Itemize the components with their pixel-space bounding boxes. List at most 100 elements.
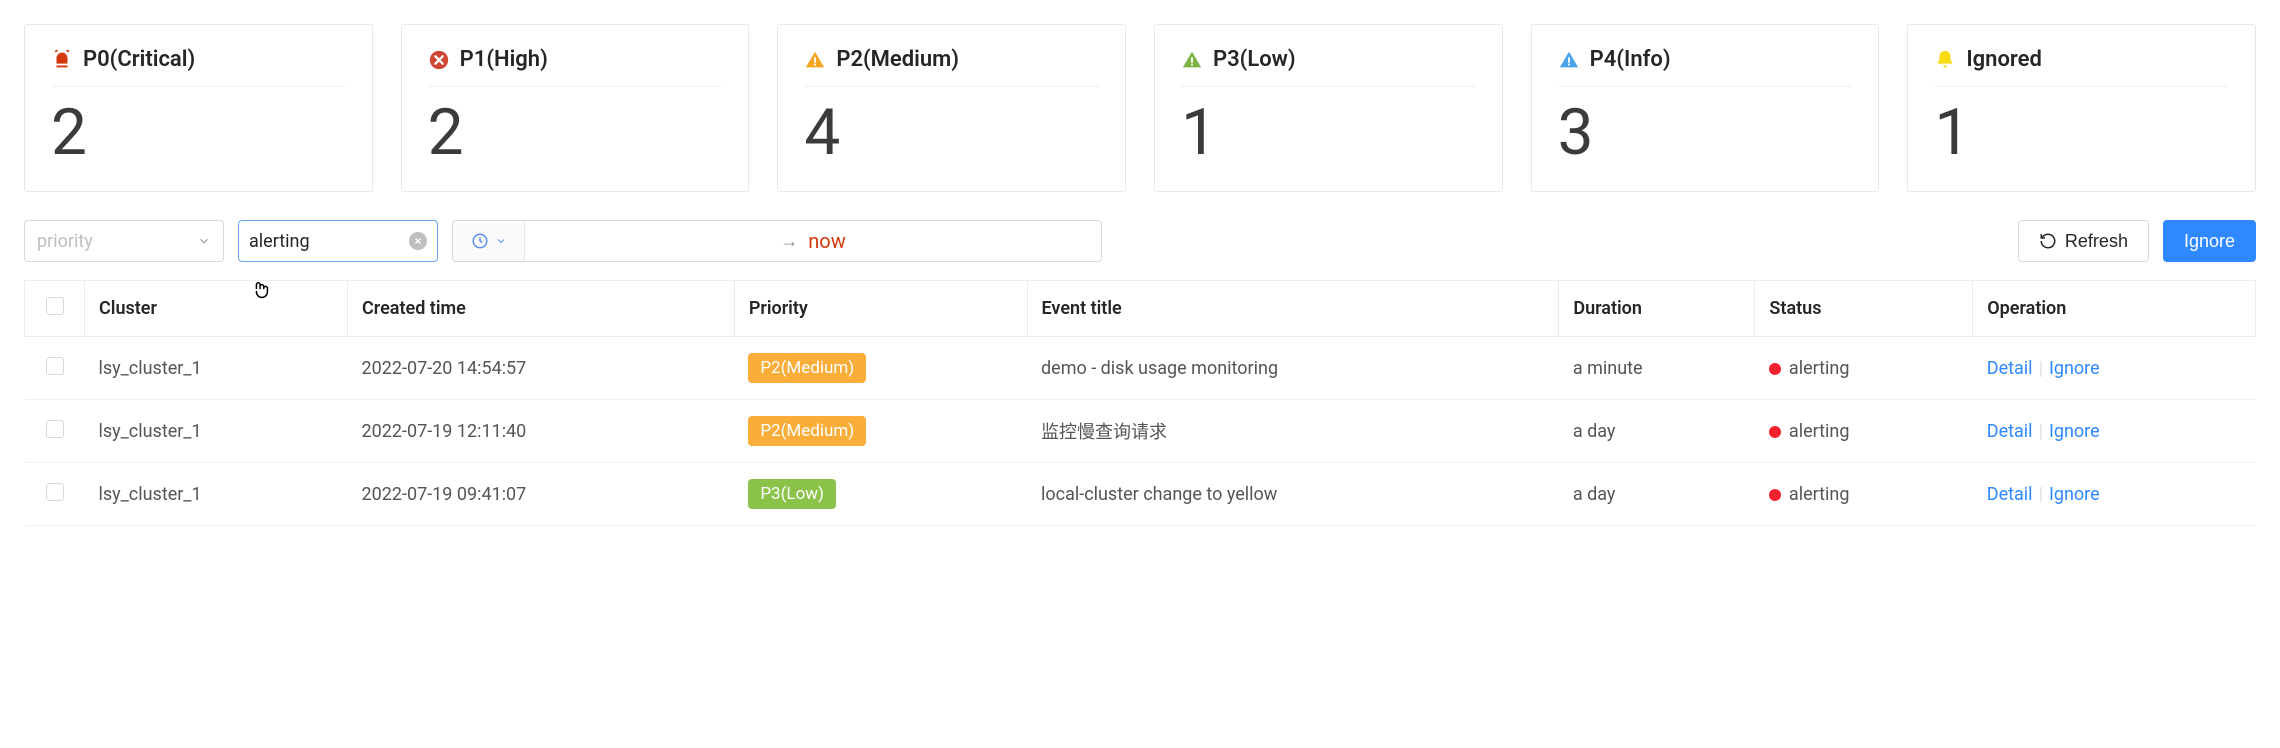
card-value: 3 (1558, 93, 1853, 165)
card-label: Ignored (1966, 47, 2042, 72)
card-title: P0(Critical) (51, 47, 346, 87)
cell-title: local-cluster change to yellow (1027, 463, 1559, 526)
card-value: 1 (1934, 93, 2229, 165)
status-dot-icon (1769, 489, 1781, 501)
priority-select[interactable]: priority (24, 220, 224, 262)
cell-created: 2022-07-19 12:11:40 (348, 400, 735, 463)
time-range-picker[interactable]: → now (452, 220, 1102, 262)
card-value: 2 (428, 93, 723, 165)
arrow-right-icon: → (780, 231, 798, 252)
status-filter-value: alerting (249, 231, 310, 252)
separator: | (2033, 358, 2049, 379)
priority-placeholder: priority (37, 231, 93, 252)
status-dot-icon (1769, 426, 1781, 438)
ignore-label: Ignore (2184, 231, 2235, 252)
col-checkbox (25, 281, 85, 337)
row-checkbox[interactable] (46, 357, 64, 375)
chevron-down-icon (197, 234, 211, 248)
priority-badge: P2(Medium) (748, 353, 866, 383)
summary-card[interactable]: P4(Info) 3 (1531, 24, 1880, 192)
card-label: P4(Info) (1590, 47, 1671, 72)
card-value: 1 (1181, 93, 1476, 165)
card-title: P2(Medium) (804, 47, 1099, 87)
clock-icon (471, 232, 489, 250)
summary-card[interactable]: P0(Critical) 2 (24, 24, 373, 192)
card-title: P3(Low) (1181, 47, 1476, 87)
cell-created: 2022-07-19 09:41:07 (348, 463, 735, 526)
card-label: P2(Medium) (836, 47, 959, 72)
time-range-quick[interactable] (453, 221, 525, 261)
cell-priority: P3(Low) (734, 463, 1027, 526)
status-filter-input[interactable]: alerting (238, 220, 438, 262)
detail-link[interactable]: Detail (1987, 421, 2033, 442)
refresh-label: Refresh (2065, 231, 2128, 252)
clear-icon[interactable] (409, 232, 427, 250)
summary-cards: P0(Critical) 2 P1(High) 2 P2(Medium) 4 P3(Low)… (24, 24, 2256, 192)
cell-status: alerting (1755, 463, 1973, 526)
toolbar: priority alerting → now Refresh (24, 220, 2256, 262)
cell-cluster: lsy_cluster_1 (85, 463, 348, 526)
warn-icon (804, 49, 826, 71)
col-status: Status (1755, 281, 1973, 337)
row-checkbox[interactable] (46, 420, 64, 438)
col-duration: Duration (1559, 281, 1755, 337)
detail-link[interactable]: Detail (1987, 358, 2033, 379)
time-range-body: → now (525, 229, 1101, 253)
ignore-link[interactable]: Ignore (2049, 484, 2100, 505)
table-row: lsy_cluster_12022-07-20 14:54:57 P2(Mediu… (25, 337, 2256, 400)
col-operation: Operation (1973, 281, 2256, 337)
chevron-down-icon (495, 235, 507, 247)
refresh-icon (2039, 232, 2057, 250)
table-header-row: Cluster Created time Priority Event titl… (25, 281, 2256, 337)
cell-title: 监控慢查询请求 (1027, 400, 1559, 463)
cell-status: alerting (1755, 400, 1973, 463)
bell-icon (1934, 49, 1956, 71)
ignore-link[interactable]: Ignore (2049, 421, 2100, 442)
priority-badge: P3(Low) (748, 479, 836, 509)
card-label: P3(Low) (1213, 47, 1296, 72)
cell-operation: Detail|Ignore (1973, 463, 2256, 526)
select-all-checkbox[interactable] (46, 297, 64, 315)
card-title: Ignored (1934, 47, 2229, 87)
cell-duration: a day (1559, 463, 1755, 526)
col-created: Created time (348, 281, 735, 337)
col-title: Event title (1027, 281, 1559, 337)
summary-card[interactable]: P1(High) 2 (401, 24, 750, 192)
cell-duration: a day (1559, 400, 1755, 463)
priority-badge: P2(Medium) (748, 416, 866, 446)
card-value: 2 (51, 93, 346, 165)
cell-cluster: lsy_cluster_1 (85, 400, 348, 463)
cell-cluster: lsy_cluster_1 (85, 337, 348, 400)
col-priority: Priority (734, 281, 1027, 337)
row-checkbox[interactable] (46, 483, 64, 501)
warn-icon (1558, 49, 1580, 71)
detail-link[interactable]: Detail (1987, 484, 2033, 505)
time-range-end: now (808, 229, 845, 253)
ignore-link[interactable]: Ignore (2049, 358, 2100, 379)
cell-duration: a minute (1559, 337, 1755, 400)
events-table: Cluster Created time Priority Event titl… (24, 280, 2256, 526)
cell-title: demo - disk usage monitoring (1027, 337, 1559, 400)
cell-created: 2022-07-20 14:54:57 (348, 337, 735, 400)
cell-priority: P2(Medium) (734, 337, 1027, 400)
card-title: P4(Info) (1558, 47, 1853, 87)
summary-card[interactable]: Ignored 1 (1907, 24, 2256, 192)
warn-icon (1181, 49, 1203, 71)
ignore-button[interactable]: Ignore (2163, 220, 2256, 262)
status-dot-icon (1769, 363, 1781, 375)
cell-operation: Detail|Ignore (1973, 400, 2256, 463)
summary-card[interactable]: P2(Medium) 4 (777, 24, 1126, 192)
summary-card[interactable]: P3(Low) 1 (1154, 24, 1503, 192)
cell-operation: Detail|Ignore (1973, 337, 2256, 400)
table-row: lsy_cluster_12022-07-19 09:41:07 P3(Low) l… (25, 463, 2256, 526)
table-row: lsy_cluster_12022-07-19 12:11:40 P2(Mediu… (25, 400, 2256, 463)
card-value: 4 (804, 93, 1099, 165)
card-label: P0(Critical) (83, 47, 195, 72)
card-title: P1(High) (428, 47, 723, 87)
cell-status: alerting (1755, 337, 1973, 400)
card-label: P1(High) (460, 47, 548, 72)
separator: | (2033, 421, 2049, 442)
cell-priority: P2(Medium) (734, 400, 1027, 463)
refresh-button[interactable]: Refresh (2018, 220, 2149, 262)
separator: | (2033, 484, 2049, 505)
